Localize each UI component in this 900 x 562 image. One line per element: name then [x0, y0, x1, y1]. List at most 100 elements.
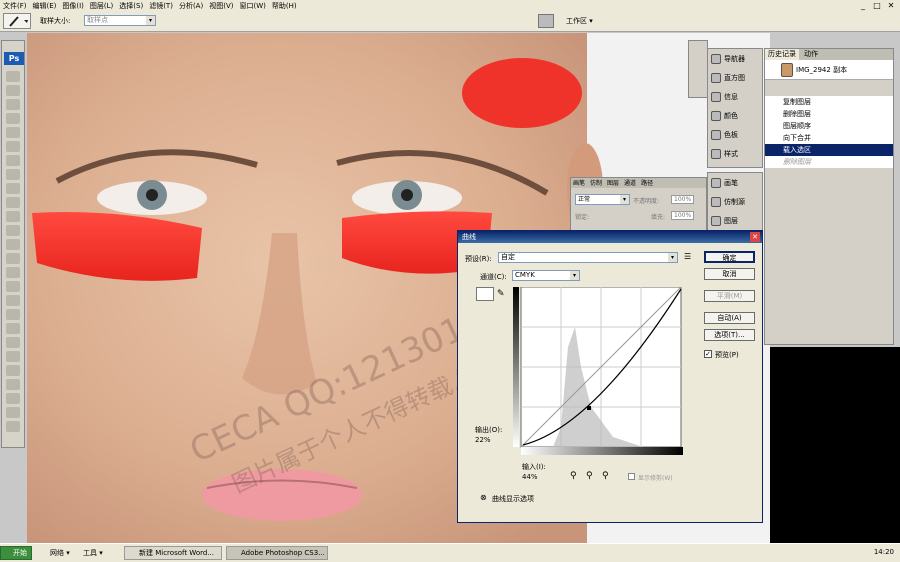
- tool-icon[interactable]: [6, 253, 20, 264]
- smooth-button[interactable]: 平滑(M): [704, 290, 755, 302]
- black-eyedropper-icon[interactable]: ⚲: [570, 471, 577, 481]
- menu-item[interactable]: 窗口(W): [236, 1, 268, 11]
- tool-icon[interactable]: [6, 169, 20, 180]
- layers-tab[interactable]: 画笔: [571, 178, 587, 188]
- tool-icon[interactable]: [6, 309, 20, 320]
- tool-icon[interactable]: [6, 393, 20, 404]
- history-state-label: 复制图层: [783, 98, 811, 106]
- history-state[interactable]: 图层顺序: [765, 120, 893, 132]
- panel-dock-2: 画笔 仿制源 图层: [707, 172, 763, 232]
- preset-select[interactable]: 自定 ▾: [498, 252, 678, 263]
- panel-item[interactable]: 信息: [708, 87, 762, 106]
- history-state[interactable]: 删除图层: [765, 108, 893, 120]
- tool-icon[interactable]: [6, 351, 20, 362]
- start-button[interactable]: 开始: [0, 546, 32, 560]
- panel-item[interactable]: 画笔: [708, 173, 762, 192]
- tool-icon[interactable]: [6, 239, 20, 250]
- history-state[interactable]: 删除图层: [765, 156, 893, 168]
- panel-item[interactable]: 直方图: [708, 68, 762, 87]
- tool-icon[interactable]: [6, 183, 20, 194]
- options-button[interactable]: 选项(T)...: [704, 329, 755, 341]
- gray-eyedropper-icon[interactable]: ⚲: [586, 471, 593, 481]
- tab-actions[interactable]: 动作: [801, 49, 821, 60]
- sample-size-select[interactable]: 取样点 ▾: [84, 15, 156, 26]
- snapshot-name[interactable]: IMG_2942 副本: [796, 65, 847, 75]
- tool-icon[interactable]: [6, 379, 20, 390]
- auto-button[interactable]: 自动(A): [704, 312, 755, 324]
- display-options-toggle[interactable]: 曲线显示选项: [492, 494, 534, 504]
- tool-icon[interactable]: [6, 113, 20, 124]
- cancel-button[interactable]: 取消: [704, 268, 755, 280]
- tab-history[interactable]: 历史记录: [765, 49, 799, 60]
- output-value[interactable]: 22%: [475, 436, 491, 444]
- curve-point-tool-icon[interactable]: [476, 287, 494, 301]
- menu-item[interactable]: 编辑(E): [30, 1, 60, 11]
- panel-item[interactable]: 导航器: [708, 49, 762, 68]
- menu-item[interactable]: 文件(F): [0, 1, 30, 11]
- white-eyedropper-icon[interactable]: ⚲: [602, 471, 609, 481]
- channel-select[interactable]: CMYK ▾: [512, 270, 580, 281]
- opacity-field[interactable]: 100%: [671, 195, 695, 204]
- task-word[interactable]: 新建 Microsoft Word...: [124, 546, 222, 560]
- pencil-icon[interactable]: ✎: [497, 289, 505, 299]
- tool-icon[interactable]: [6, 267, 20, 278]
- layers-tab[interactable]: 仿制: [588, 178, 604, 188]
- history-state[interactable]: 向下合并: [765, 132, 893, 144]
- layers-tab[interactable]: 路径: [639, 178, 655, 188]
- panel-item-label: 直方图: [724, 73, 745, 82]
- tool-icon[interactable]: [6, 127, 20, 138]
- ok-button[interactable]: 确定: [704, 251, 755, 263]
- task-photoshop[interactable]: Adobe Photoshop CS3...: [226, 546, 328, 560]
- clipping-checkbox[interactable]: [628, 473, 635, 480]
- tool-icon[interactable]: [6, 323, 20, 334]
- blend-mode-select[interactable]: 正常 ▾: [575, 194, 630, 205]
- tools-menu[interactable]: 工具 ▾: [83, 548, 103, 558]
- menu-item[interactable]: 滤镜(T): [146, 1, 176, 11]
- input-value[interactable]: 44%: [522, 473, 538, 481]
- history-state[interactable]: 载入选区: [765, 144, 893, 156]
- minimize-icon[interactable]: _: [856, 0, 870, 11]
- curves-graph[interactable]: [513, 287, 683, 457]
- tool-icon[interactable]: [6, 85, 20, 96]
- tool-icon[interactable]: [6, 365, 20, 376]
- close-icon[interactable]: ✕: [750, 232, 760, 242]
- tool-icon[interactable]: [6, 211, 20, 222]
- workspace-menu[interactable]: 工作区 ▾: [566, 16, 593, 26]
- tool-icon[interactable]: [6, 337, 20, 348]
- tool-icon[interactable]: [6, 155, 20, 166]
- restore-icon[interactable]: □: [870, 0, 884, 11]
- tool-dock: [688, 40, 708, 98]
- menu-item[interactable]: 帮助(H): [269, 1, 300, 11]
- tool-icon[interactable]: [6, 99, 20, 110]
- tool-icon[interactable]: [6, 281, 20, 292]
- menu-item[interactable]: 视图(V): [206, 1, 236, 11]
- tool-icon[interactable]: [538, 14, 554, 28]
- expand-icon[interactable]: ⊗: [480, 493, 487, 502]
- menu-item[interactable]: 选择(S): [116, 1, 146, 11]
- menu-item[interactable]: 图层(L): [87, 1, 116, 11]
- tool-icon[interactable]: [6, 407, 20, 418]
- panel-item[interactable]: 仿制源: [708, 192, 762, 211]
- tool-icon[interactable]: [6, 295, 20, 306]
- fill-field[interactable]: 100%: [671, 211, 695, 220]
- panel-item[interactable]: 色板: [708, 125, 762, 144]
- eyedropper-tool-preset[interactable]: [3, 13, 31, 29]
- preview-checkbox[interactable]: ✓: [704, 350, 712, 358]
- close-icon[interactable]: ✕: [884, 0, 898, 11]
- panel-item[interactable]: 图层: [708, 211, 762, 230]
- history-state[interactable]: 复制图层: [765, 96, 893, 108]
- tool-icon[interactable]: [6, 225, 20, 236]
- menu-item[interactable]: 图像(I): [59, 1, 87, 11]
- tool-icon[interactable]: [6, 71, 20, 82]
- preset-options-icon[interactable]: ☰: [684, 252, 691, 261]
- panel-item[interactable]: 颜色: [708, 106, 762, 125]
- tool-icon[interactable]: [6, 421, 20, 432]
- window-controls: _ □ ✕: [856, 0, 898, 11]
- layers-tab[interactable]: 通道: [622, 178, 638, 188]
- net-menu[interactable]: 网络 ▾: [50, 548, 70, 558]
- tool-icon[interactable]: [6, 141, 20, 152]
- tool-icon[interactable]: [6, 197, 20, 208]
- menu-item[interactable]: 分析(A): [176, 1, 206, 11]
- layers-tab[interactable]: 图层: [605, 178, 621, 188]
- panel-item[interactable]: 样式: [708, 144, 762, 163]
